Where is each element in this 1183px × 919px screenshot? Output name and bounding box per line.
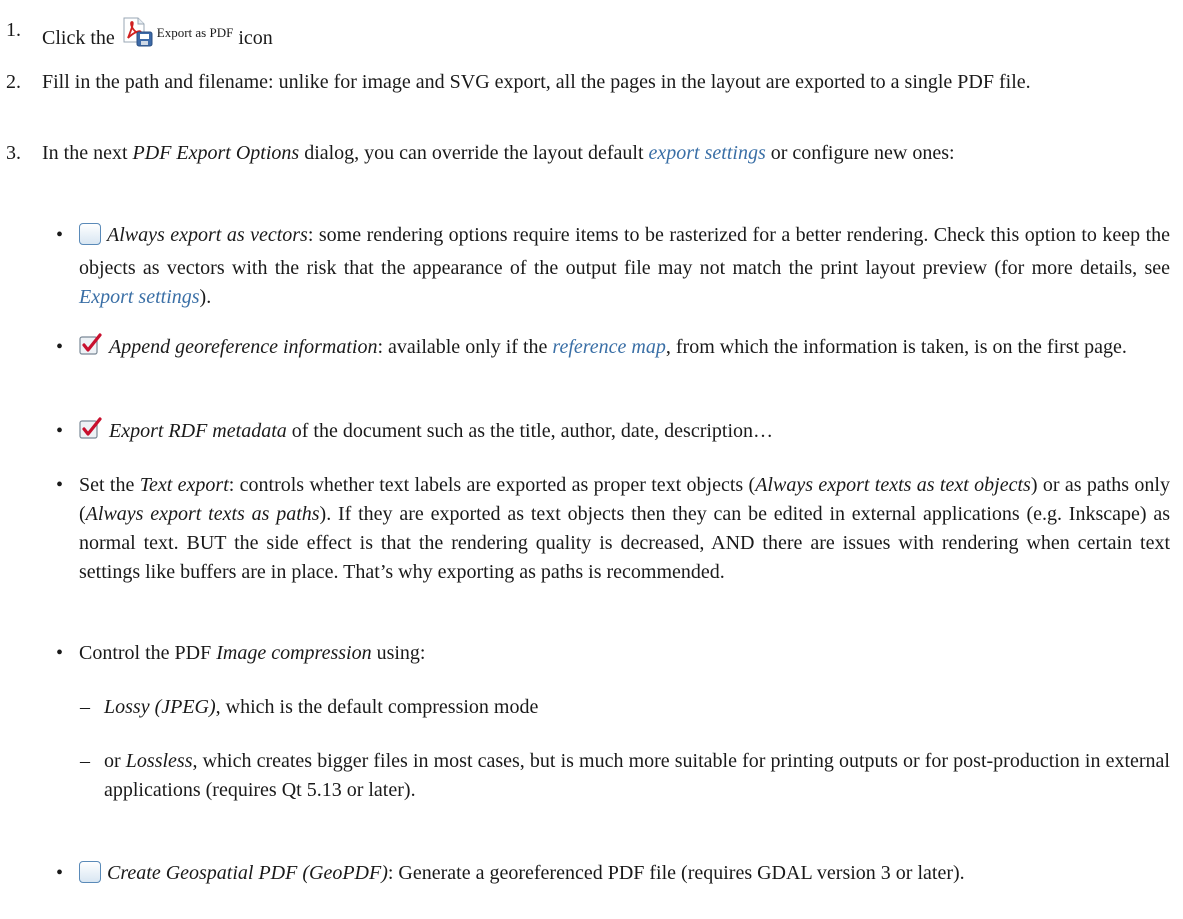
item-text: Always export as vectors: some rendering…: [79, 223, 1171, 308]
list-item-georef: • Append georeference information: avail…: [56, 333, 1170, 393]
step-text: In the next PDF Export Options dialog, y…: [42, 142, 955, 164]
item-text: or Lossless, which creates bigger files …: [104, 750, 1170, 801]
step-number: 3.: [6, 142, 21, 164]
step-text: Fill in the path and filename: unlike fo…: [42, 71, 1031, 93]
checkbox-unchecked-icon[interactable]: [79, 223, 101, 254]
list-item-rdf: • Export RDF metadata of the document su…: [56, 417, 1170, 447]
item-text: Create Geospatial PDF (GeoPDF): Generate…: [79, 859, 1170, 892]
item-text: Control the PDF Image compression using:: [79, 642, 426, 664]
sub-item-lossless: – or Lossless, which creates bigger file…: [80, 747, 1170, 807]
reference-map-link[interactable]: reference map: [552, 336, 665, 358]
bullet: •: [56, 474, 64, 496]
item-text: Export RDF metadata of the document such…: [79, 417, 1170, 450]
export-pdf-icon[interactable]: [120, 16, 154, 48]
step-text: Click the Export as PDF icon: [42, 16, 1170, 53]
bullet: •: [56, 224, 64, 246]
list-item-compression: • Control the PDF Image compression usin…: [56, 639, 1170, 669]
bullet: •: [56, 336, 64, 358]
item-text: Append georeference information: availab…: [79, 333, 1170, 366]
step-1: 1. Click the Export as PDF icon: [0, 10, 1170, 49]
checkbox-unchecked-icon[interactable]: [79, 861, 101, 892]
checkbox-checked-icon[interactable]: [79, 417, 103, 450]
export-settings-link[interactable]: Export settings: [79, 286, 200, 308]
list-item-geopdf: • Create Geospatial PDF (GeoPDF): Genera…: [56, 859, 1170, 919]
export-settings-link[interactable]: export settings: [649, 142, 766, 164]
step-2: 2. Fill in the path and filename: unlike…: [0, 68, 1170, 128]
bullet: •: [56, 862, 64, 884]
list-item-text-export: • Set the Text export: controls whether …: [56, 471, 1170, 621]
bullet: •: [56, 642, 64, 664]
step-3: 3. In the next PDF Export Options dialog…: [0, 139, 1170, 199]
item-text: Lossy (JPEG), which is the default compr…: [104, 696, 539, 718]
step-number: 1.: [6, 19, 21, 41]
dash: –: [80, 750, 90, 772]
dash: –: [80, 696, 90, 718]
sub-item-lossy: – Lossy (JPEG), which is the default com…: [80, 693, 1170, 723]
list-item-vectors: • Always export as vectors: some renderi…: [56, 221, 1170, 311]
step-number: 2.: [6, 71, 21, 93]
bullet: •: [56, 420, 64, 442]
item-text: Set the Text export: controls whether te…: [79, 474, 1171, 583]
checkbox-checked-icon[interactable]: [79, 333, 103, 366]
